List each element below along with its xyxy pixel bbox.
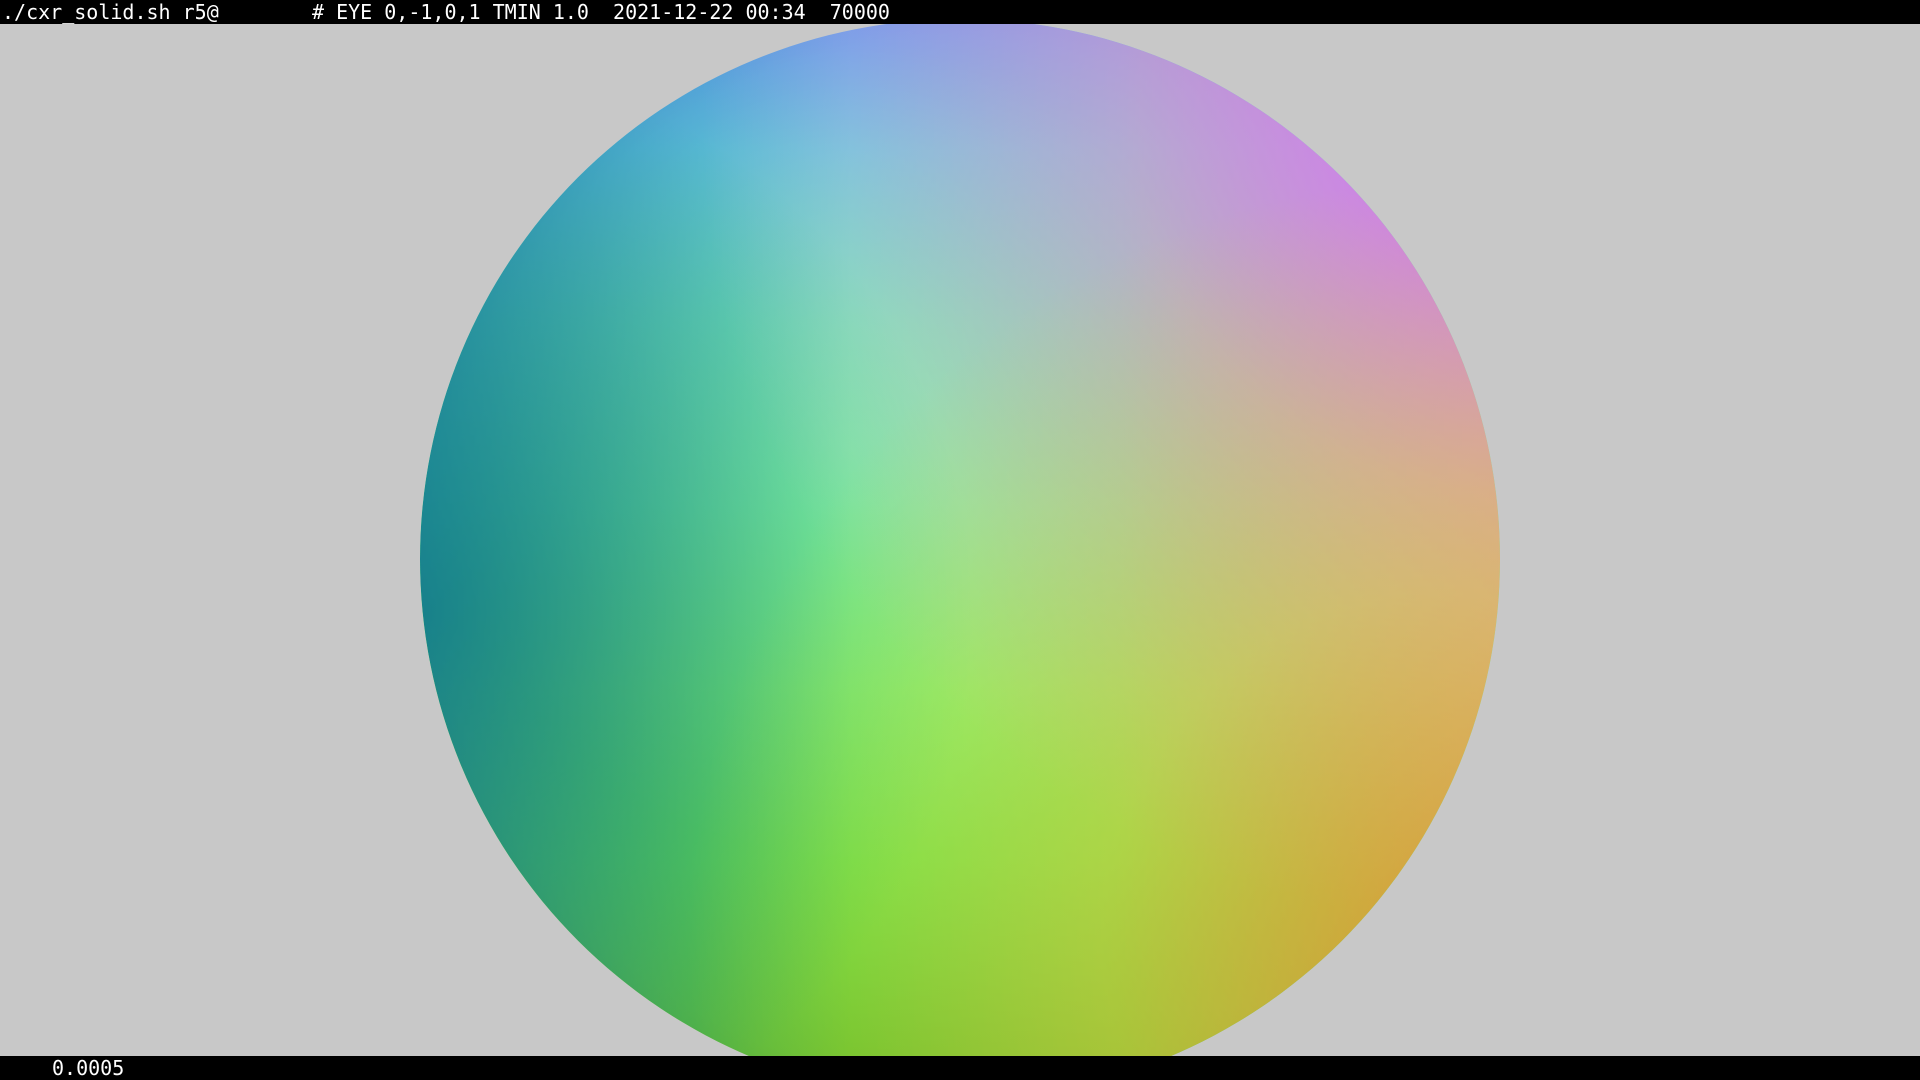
status-value: 0.0005 [52, 1056, 125, 1080]
sphere-shading-bottom-right [420, 24, 1500, 1056]
command-text: ./cxr_solid.sh r5@ [2, 0, 219, 24]
render-info-text: # EYE 0,-1,0,1 TMIN 1.0 2021-12-22 00:34… [312, 0, 890, 24]
status-bar: 0.0005 [0, 1056, 1920, 1080]
sphere-icon [420, 24, 1500, 1056]
render-viewport[interactable] [0, 24, 1920, 1056]
title-bar: ./cxr_solid.sh r5@ # EYE 0,-1,0,1 TMIN 1… [0, 0, 1920, 24]
